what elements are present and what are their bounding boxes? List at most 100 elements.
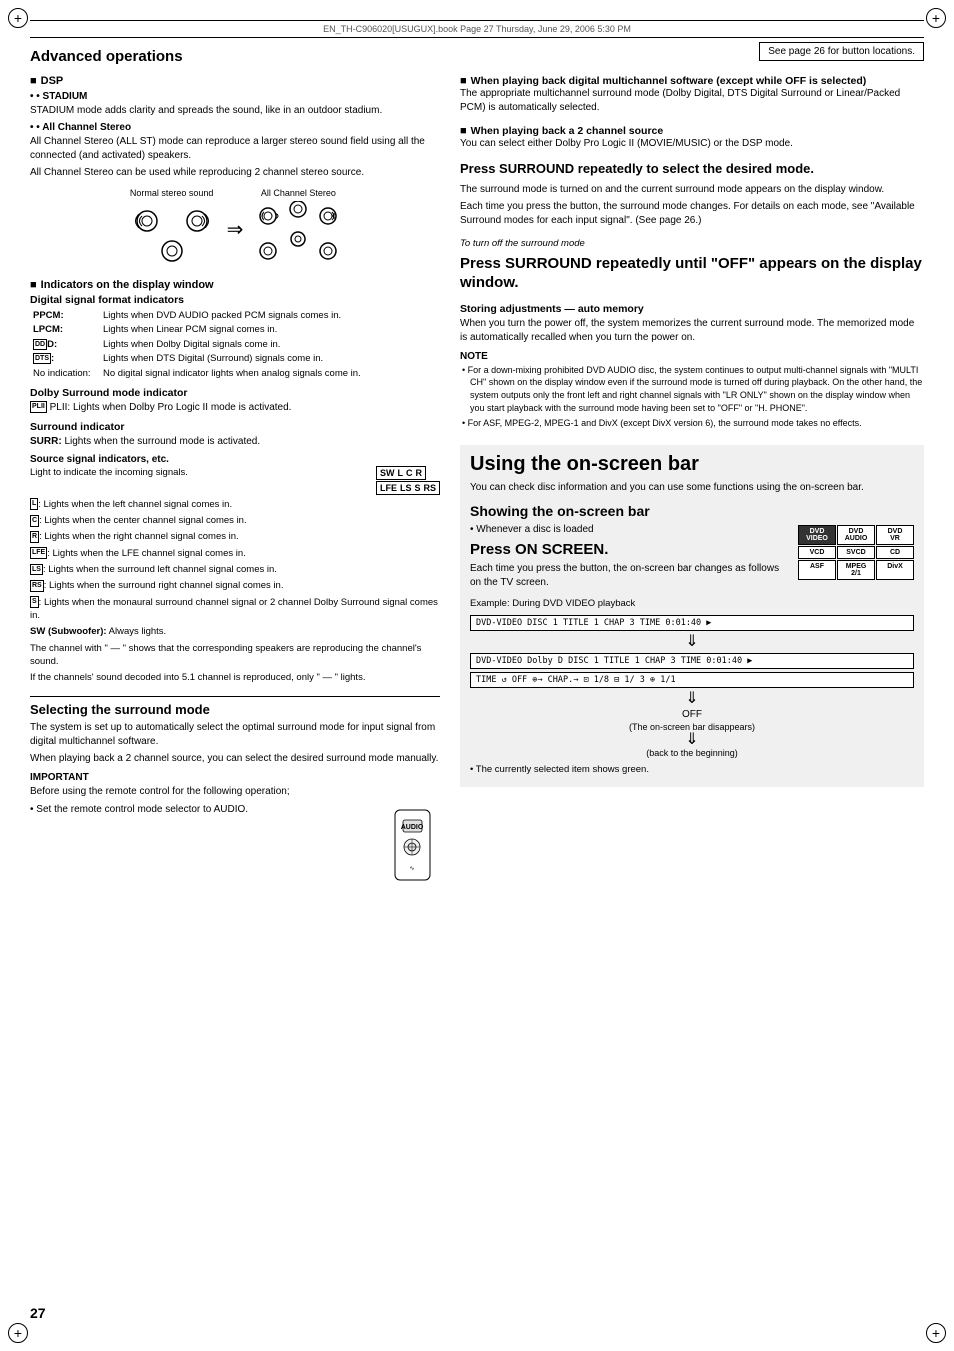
selecting-text2: When playing back a 2 channel source, yo… xyxy=(30,752,440,766)
c-channel-text: C: Lights when the center channel signal… xyxy=(30,514,440,527)
c-badge: C xyxy=(30,515,39,527)
all-channel-diagram: All Channel Stereo xyxy=(253,188,343,271)
onscreen-bars: DVD-VIDEO DISC 1 TITLE 1 CHAP 3 TIME 0:0… xyxy=(470,615,914,758)
c-label: C xyxy=(406,468,413,478)
surround-text1: The surround mode is turned on and the c… xyxy=(460,183,924,197)
indicator-text: Lights when Dolby Digital signals come i… xyxy=(100,338,440,352)
turn-off-label: To turn off the surround mode xyxy=(460,238,924,249)
digital-multichannel-section: ■ When playing back digital multichannel… xyxy=(460,75,924,115)
two-channel-text: You can select either Dolby Pro Logic II… xyxy=(460,137,924,151)
corner-decoration-tl xyxy=(8,8,28,28)
arrow-down-1: ⇓ xyxy=(470,634,914,650)
signal-indicators-table: PPCM: Lights when DVD AUDIO packed PCM s… xyxy=(30,309,440,381)
whenever-text: • Whenever a disc is loaded xyxy=(470,523,788,537)
indicator-text: Lights when Linear PCM signal comes in. xyxy=(100,323,440,337)
dolby-text: Lights when Dolby Pro Logic II mode is a… xyxy=(73,402,291,413)
source-indicators-grid: SW L C R LFE LS S RS xyxy=(376,466,440,495)
digital-multichannel-title: When playing back digital multichannel s… xyxy=(471,75,867,87)
dd-badge: DD xyxy=(33,339,47,350)
plii-badge: PLII xyxy=(30,401,47,413)
press-on-screen: Press ON SCREEN. xyxy=(470,541,788,558)
left-column: ■ DSP • STADIUM STADIUM mode adds clarit… xyxy=(30,75,440,888)
normal-stereo-label: Normal stereo sound xyxy=(130,188,214,198)
all-channel-label: All Channel Stereo xyxy=(261,188,336,198)
dvd-vr-btn[interactable]: DVDVR xyxy=(876,525,914,545)
dolby-indicator-title: Dolby Surround mode indicator xyxy=(30,387,440,399)
divx-btn[interactable]: DivX xyxy=(876,560,914,580)
bar1: DVD-VIDEO DISC 1 TITLE 1 CHAP 3 TIME 0:0… xyxy=(470,615,914,631)
asf-btn[interactable]: ASF xyxy=(798,560,836,580)
remote-svg: AUDIO ∿ xyxy=(385,805,440,885)
selecting-surround-title: Selecting the surround mode xyxy=(30,702,440,717)
normal-stereo-svg xyxy=(127,201,217,271)
indicator-text: Lights when DTS Digital (Surround) signa… xyxy=(100,352,440,366)
bar2b: TIME ↺ OFF ⊕→ CHAP.→ ⊡ 1/8 ⊟ 1/ 3 ⊕ 1/1 xyxy=(470,672,914,688)
audio-remote-control: AUDIO ∿ xyxy=(385,805,440,888)
page-number: 27 xyxy=(30,1305,46,1321)
dvd-mode-buttons: DVDVIDEO DVDAUDIO DVDVR VCD SVCD CD ASF … xyxy=(798,523,914,580)
right-column: ■ When playing back digital multichannel… xyxy=(460,75,924,888)
on-screen-intro: You can check disc information and you c… xyxy=(470,481,914,495)
l-channel-text: L: Lights when the left channel signal c… xyxy=(30,498,440,511)
r-badge: R xyxy=(30,531,39,543)
mpeg-btn[interactable]: MPEG2/1 xyxy=(837,560,875,580)
dsp-title: DSP xyxy=(41,75,64,87)
channel-note2: If the channels' sound decoded into 5.1 … xyxy=(30,671,440,684)
rs-badge: RS xyxy=(30,580,44,592)
two-channel-title: When playing back a 2 channel source xyxy=(471,125,664,137)
table-row: DDD: Lights when Dolby Digital signals c… xyxy=(30,338,440,352)
sw-label: SW xyxy=(380,468,395,478)
surr-text: Lights when the surround mode is activat… xyxy=(64,436,260,447)
rs-label: RS xyxy=(423,483,436,493)
important-title: IMPORTANT xyxy=(30,772,440,783)
two-channel-section: ■ When playing back a 2 channel source Y… xyxy=(460,125,924,151)
important-text: Before using the remote control for the … xyxy=(30,785,440,799)
example-label: Example: During DVD VIDEO playback xyxy=(470,597,914,610)
lfe-labels-row: LFE LS S RS xyxy=(376,481,440,495)
page-reference: See page 26 for button locations. xyxy=(759,42,924,61)
important-bullet: • Set the remote control mode selector t… xyxy=(30,803,367,817)
speaker-diagram: Normal stereo sound xyxy=(30,188,440,271)
table-row: LPCM: Lights when Linear PCM signal come… xyxy=(30,323,440,337)
storing-text: When you turn the power off, the system … xyxy=(460,317,924,345)
source-indicators-text: Light to indicate the incoming signals. xyxy=(30,466,366,479)
corner-decoration-tr xyxy=(926,8,946,28)
svcd-btn[interactable]: SVCD xyxy=(837,546,875,559)
normal-stereo-diagram: Normal stereo sound xyxy=(127,188,217,271)
arrow-down-3: ⇓ xyxy=(470,732,914,748)
indicator-label: LPCM: xyxy=(30,323,100,337)
r-channel-text: R: Lights when the right channel signal … xyxy=(30,530,440,543)
green-text: • The currently selected item shows gree… xyxy=(470,763,914,776)
dolby-indicator-text: PLII PLII: Lights when Dolby Pro Logic I… xyxy=(30,401,440,415)
on-screen-bar-title: Using the on-screen bar xyxy=(470,453,914,476)
cd-btn[interactable]: CD xyxy=(876,546,914,559)
dvd-video-btn[interactable]: DVDVIDEO xyxy=(798,525,836,545)
bar2: DVD-VIDEO Dolby D DISC 1 TITLE 1 CHAP 3 … xyxy=(470,653,914,669)
press-surround-section: Press SURROUND repeatedly to select the … xyxy=(460,161,924,228)
arrow-down-2: ⇓ xyxy=(470,691,914,707)
back-label: (back to the beginning) xyxy=(470,748,914,758)
l-label: L xyxy=(397,468,403,478)
vcd-btn[interactable]: VCD xyxy=(798,546,836,559)
lfe-channel-text: LFE: Lights when the LFE channel signal … xyxy=(30,547,440,560)
sw-labels-row: SW L C R xyxy=(376,466,426,480)
digital-format-title: Digital signal format indicators xyxy=(30,294,440,306)
surr-label: SURR: xyxy=(30,436,62,447)
table-row: No indication: No digital signal indicat… xyxy=(30,367,440,381)
storing-title: Storing adjustments — auto memory xyxy=(460,303,924,315)
note-title: NOTE xyxy=(460,351,924,362)
all-channel-svg xyxy=(253,201,343,271)
press-surround-heading: Press SURROUND repeatedly to select the … xyxy=(460,161,924,178)
page-title: Advanced operations xyxy=(30,48,183,65)
important-section: IMPORTANT Before using the remote contro… xyxy=(30,772,440,888)
note-section: NOTE For a down-mixing prohibited DVD AU… xyxy=(460,351,924,430)
lfe-label: LFE xyxy=(380,483,397,493)
dvd-audio-btn[interactable]: DVDAUDIO xyxy=(837,525,875,545)
turn-off-heading: Press SURROUND repeatedly until "OFF" ap… xyxy=(460,254,924,293)
ls-channel-text: LS: Lights when the surround left channe… xyxy=(30,563,440,576)
showing-subsection: Showing the on-screen bar • Whenever a d… xyxy=(470,503,914,777)
corner-decoration-br xyxy=(926,1323,946,1343)
all-channel-text1: All Channel Stereo (ALL ST) mode can rep… xyxy=(30,135,440,163)
ls-label: LS xyxy=(400,483,412,493)
stadium-title: • STADIUM xyxy=(30,91,440,102)
